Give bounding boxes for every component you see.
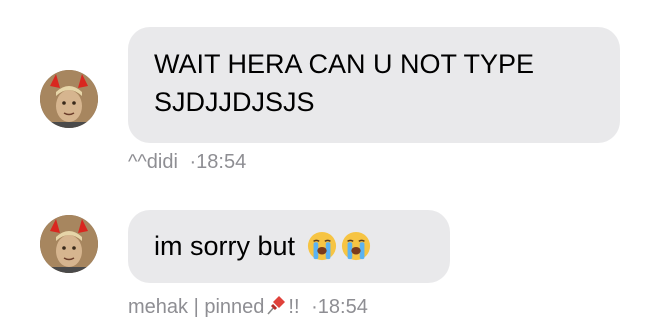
message-meta: ^^didi ·18:54 [128, 151, 246, 174]
pushpin-icon [267, 296, 286, 315]
message-text-line: SJDJJDJSJS [154, 87, 315, 117]
pinned-suffix: !! [288, 296, 300, 318]
message-text-line: WAIT HERA CAN U NOT TYPE [154, 49, 535, 79]
timestamp: 18:54 [196, 151, 247, 173]
sender-name[interactable]: ^^didi [128, 151, 178, 173]
message-meta: mehak | pinned !! ·18:54 [128, 293, 368, 319]
loudly-crying-face-icon [341, 231, 370, 261]
message-bubble[interactable]: im sorry but [128, 210, 450, 283]
loudly-crying-face-icon [307, 231, 336, 261]
sender-name[interactable]: mehak | pinned [128, 296, 264, 318]
message-bubble[interactable]: WAIT HERA CAN U NOT TYPE SJDJJDJSJS [128, 27, 620, 143]
message-text: im sorry but [154, 231, 296, 261]
devil-horns-avatar-icon [40, 70, 98, 128]
meta-separator: · [311, 296, 318, 318]
devil-horns-avatar-icon [40, 215, 98, 273]
timestamp: 18:54 [317, 296, 368, 318]
avatar[interactable] [40, 215, 98, 273]
avatar[interactable] [40, 70, 98, 128]
